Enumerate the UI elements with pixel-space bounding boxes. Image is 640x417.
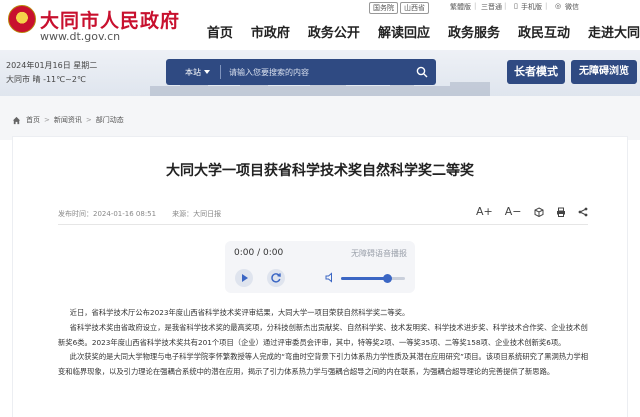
link-shanxi[interactable]: 山西省: [400, 2, 429, 14]
publish-time: 发布时间：2024-01-16 08:51: [58, 210, 157, 218]
audio-time: 0:00 / 0:00: [234, 248, 284, 258]
divider: |: [474, 2, 477, 10]
search-button[interactable]: [408, 59, 436, 85]
weather-info: 大同市 晴 -11℃~2℃: [6, 75, 86, 84]
accessible-browse-button[interactable]: 无障碍浏览: [571, 60, 637, 84]
cube-icon[interactable]: [534, 206, 544, 217]
nav-interaction[interactable]: 政民互动: [518, 22, 570, 46]
link-mobile[interactable]: 手机版: [521, 2, 542, 12]
site-header: 大同市人民政府 www.dt.gov.cn 国务院 山西省 繁體版 | 三晋通 …: [0, 0, 640, 50]
article-source: 来源：大同日报: [172, 210, 222, 218]
replay-button[interactable]: [267, 269, 285, 287]
main-nav: 首页 市政府 政务公开 解读回应 政务服务 政民互动 走进大同: [189, 22, 640, 46]
breadcrumb-home[interactable]: 首页: [26, 115, 40, 125]
divider: |: [545, 2, 548, 10]
wechat-icon: ◎: [555, 2, 562, 10]
home-icon: [12, 116, 21, 124]
link-gov-cn[interactable]: 国务院: [369, 2, 398, 14]
divider: |: [504, 2, 507, 10]
breadcrumb-news[interactable]: 新闻资讯: [54, 115, 82, 125]
article-meta: 发布时间：2024-01-16 08:51 来源：大同日报: [58, 209, 221, 219]
search-input[interactable]: [221, 59, 408, 85]
volume-fill: [341, 277, 388, 280]
divider: [58, 224, 588, 225]
search-scope-select[interactable]: 本站: [166, 67, 220, 78]
site-name[interactable]: 大同市人民政府: [40, 6, 180, 33]
audio-label: 无障碍语音播报: [351, 249, 407, 258]
article-paragraph: 此次获奖的是大同大学物理与电子科学学院李怀繁教授等人完成的“弯曲时空背景下引力体…: [58, 352, 589, 377]
nav-gov-services[interactable]: 政务服务: [448, 22, 500, 46]
current-date: 2024年01月16日 星期二: [6, 61, 98, 70]
audio-player: 0:00 / 0:00 无障碍语音播报: [225, 241, 415, 293]
volume-icon[interactable]: [325, 272, 336, 283]
nav-interpretation[interactable]: 解读回应: [378, 22, 430, 46]
link-traditional[interactable]: 繁體版: [450, 2, 471, 12]
font-decrease-button[interactable]: A−: [505, 205, 522, 218]
volume-slider[interactable]: [341, 274, 405, 283]
mobile-icon: ▯: [514, 2, 518, 10]
search-bar: 本站: [166, 59, 436, 85]
article-body: 近日，省科学技术厅公布2023年度山西省科学技术奖评审结果，大同大学一项目荣获自…: [58, 306, 590, 380]
link-sanjintong[interactable]: 三晋通: [481, 2, 502, 12]
national-emblem-logo: [8, 5, 36, 33]
volume-handle[interactable]: [382, 274, 392, 283]
breadcrumb: 首页 > 新闻资讯 > 部门动态: [12, 111, 628, 129]
breadcrumb-separator: >: [85, 116, 92, 124]
elder-mode-button[interactable]: 长者模式: [507, 60, 565, 84]
site-url: www.dt.gov.cn: [40, 30, 121, 43]
link-wechat[interactable]: 微信: [565, 2, 579, 12]
article-title: 大同大学一项目获省科学技术奖自然科学奖二等奖: [166, 163, 474, 179]
breadcrumb-department[interactable]: 部门动态: [96, 115, 124, 125]
search-icon: [416, 66, 428, 78]
article-paragraph: 近日，省科学技术厅公布2023年度山西省科学技术奖评审结果，大同大学一项目荣获自…: [69, 308, 410, 317]
nav-home[interactable]: 首页: [207, 22, 233, 46]
font-increase-button[interactable]: A+: [476, 205, 493, 218]
article-tools: A+ A−: [476, 205, 588, 218]
nav-gov-affairs[interactable]: 政务公开: [308, 22, 360, 46]
print-icon[interactable]: [556, 207, 566, 217]
breadcrumb-separator: >: [44, 116, 50, 124]
article-paragraph: 省科学技术奖由省政府设立，是我省科学技术奖的最高奖项，分科技创新杰出贡献奖、自然…: [58, 322, 588, 347]
nav-city-government[interactable]: 市政府: [251, 22, 290, 46]
share-icon[interactable]: [578, 207, 588, 217]
play-button[interactable]: [235, 269, 253, 287]
nav-about-datong[interactable]: 走进大同: [588, 22, 640, 46]
refresh-icon: [271, 273, 281, 283]
